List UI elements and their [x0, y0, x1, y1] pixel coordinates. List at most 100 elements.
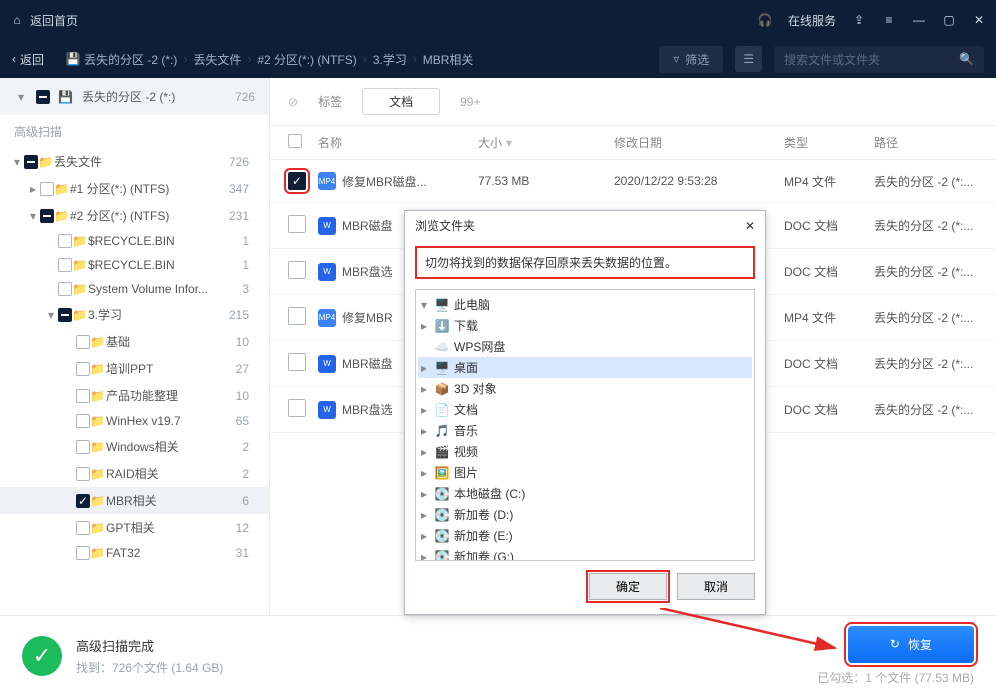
- expand-icon[interactable]: ▸: [418, 550, 430, 562]
- checkbox[interactable]: [58, 234, 72, 248]
- sidebar-header[interactable]: ▾ 💾 丢失的分区 -2 (*:) 726: [0, 78, 269, 115]
- tab-documents[interactable]: 文档: [362, 88, 440, 115]
- row-checkbox[interactable]: [288, 307, 306, 325]
- checkbox[interactable]: [76, 467, 90, 481]
- crumb-0[interactable]: 丢失的分区 -2 (*:): [84, 51, 177, 68]
- sidebar-item[interactable]: 📁 GPT相关12: [0, 514, 269, 541]
- recover-button[interactable]: ↻恢复: [848, 626, 974, 663]
- dialog-tree-item[interactable]: ▸💽新加卷 (E:): [418, 525, 752, 546]
- tag-icon[interactable]: ⊘: [288, 95, 298, 109]
- checkbox[interactable]: [76, 362, 90, 376]
- home-icon[interactable]: ⌂: [10, 13, 24, 27]
- back-button[interactable]: ‹ 返回: [12, 51, 44, 68]
- tab-tags[interactable]: 标签: [318, 93, 342, 110]
- col-date[interactable]: 修改日期: [614, 134, 784, 151]
- col-name[interactable]: 名称: [318, 134, 478, 151]
- crumb-1[interactable]: 丢失文件: [193, 51, 241, 68]
- expand-icon[interactable]: ▸: [418, 361, 430, 375]
- checkbox[interactable]: [76, 521, 90, 535]
- expand-icon[interactable]: ▾: [44, 308, 58, 322]
- sidebar-item[interactable]: 📁 System Volume Infor...3: [0, 277, 269, 301]
- expand-icon[interactable]: ▸: [418, 508, 430, 522]
- dialog-tree-item[interactable]: ▸💽新加卷 (G:): [418, 546, 752, 561]
- checkbox[interactable]: [40, 209, 54, 223]
- ok-button[interactable]: 确定: [589, 573, 667, 600]
- sidebar-item[interactable]: 📁 RAID相关2: [0, 460, 269, 487]
- expand-icon[interactable]: ▾: [10, 155, 24, 169]
- dialog-tree-item[interactable]: ▸🖥️桌面: [418, 357, 752, 378]
- headset-icon[interactable]: 🎧: [758, 13, 772, 27]
- expand-icon[interactable]: ▸: [418, 403, 430, 417]
- menu-icon[interactable]: ≡: [882, 13, 896, 27]
- expand-icon[interactable]: ▸: [418, 319, 430, 333]
- sidebar-item[interactable]: ▾ 📁 丢失文件726: [0, 148, 269, 175]
- tab-more[interactable]: 99+: [460, 95, 480, 109]
- col-path[interactable]: 路径: [874, 134, 978, 151]
- sidebar-item[interactable]: 📁 Windows相关2: [0, 433, 269, 460]
- crumb-2[interactable]: #2 分区(*:) (NTFS): [257, 51, 356, 68]
- checkbox[interactable]: [76, 389, 90, 403]
- expand-icon[interactable]: ▸: [418, 466, 430, 480]
- checkbox[interactable]: [58, 308, 72, 322]
- dialog-tree-item[interactable]: ▸🎬视频: [418, 441, 752, 462]
- checkbox[interactable]: [76, 335, 90, 349]
- sidebar-item[interactable]: 📁 基础10: [0, 328, 269, 355]
- expand-icon[interactable]: ▾: [418, 298, 430, 312]
- col-type[interactable]: 类型: [784, 134, 874, 151]
- chevron-down-icon[interactable]: ▾: [14, 90, 28, 104]
- search-icon[interactable]: 🔍: [959, 52, 974, 66]
- select-all-checkbox[interactable]: [288, 134, 302, 148]
- sidebar-item[interactable]: 📁 FAT3231: [0, 541, 269, 565]
- crumb-4[interactable]: MBR相关: [423, 51, 474, 68]
- expand-icon[interactable]: ▾: [26, 209, 40, 223]
- dialog-tree-item[interactable]: ▸🖼️图片: [418, 462, 752, 483]
- checkbox[interactable]: [24, 155, 38, 169]
- col-size[interactable]: 大小▾: [478, 134, 614, 151]
- share-icon[interactable]: ⇪: [852, 13, 866, 27]
- table-row[interactable]: ✓MP4修复MBR磁盘...77.53 MB2020/12/22 9:53:28…: [270, 160, 996, 203]
- expand-icon[interactable]: ▸: [26, 182, 40, 196]
- breadcrumb[interactable]: 丢失的分区 -2 (*:)› 丢失文件› #2 分区(*:) (NTFS)› 3…: [84, 51, 473, 68]
- dialog-close-icon[interactable]: ✕: [745, 219, 755, 233]
- cancel-button[interactable]: 取消: [677, 573, 755, 600]
- view-toggle[interactable]: ☰: [735, 46, 762, 72]
- dialog-tree-item[interactable]: ▸📄文档: [418, 399, 752, 420]
- crumb-3[interactable]: 3.学习: [373, 51, 407, 68]
- maximize-icon[interactable]: ▢: [942, 13, 956, 27]
- expand-icon[interactable]: ▸: [418, 529, 430, 543]
- checkbox[interactable]: [40, 182, 54, 196]
- checkbox[interactable]: [58, 282, 72, 296]
- dialog-tree[interactable]: ▾🖥️此电脑▸⬇️下载☁️WPS网盘▸🖥️桌面▸📦3D 对象▸📄文档▸🎵音乐▸🎬…: [415, 289, 755, 561]
- row-checkbox[interactable]: [288, 261, 306, 279]
- close-icon[interactable]: ✕: [972, 13, 986, 27]
- expand-icon[interactable]: ▸: [418, 424, 430, 438]
- search-input[interactable]: 搜索文件或文件夹🔍: [774, 46, 984, 73]
- checkbox[interactable]: [76, 440, 90, 454]
- dialog-tree-item[interactable]: ▸💽新加卷 (D:): [418, 504, 752, 525]
- dialog-tree-item[interactable]: ▸💽本地磁盘 (C:): [418, 483, 752, 504]
- dialog-tree-item[interactable]: ▸🎵音乐: [418, 420, 752, 441]
- checkbox[interactable]: ✓: [76, 494, 90, 508]
- row-checkbox[interactable]: [288, 399, 306, 417]
- row-checkbox[interactable]: [288, 215, 306, 233]
- minimize-icon[interactable]: —: [912, 13, 926, 27]
- row-checkbox[interactable]: [288, 353, 306, 371]
- sidebar-item[interactable]: 📁 培训PPT27: [0, 355, 269, 382]
- dialog-tree-item[interactable]: ▾🖥️此电脑: [418, 294, 752, 315]
- sidebar-item[interactable]: 📁 $RECYCLE.BIN1: [0, 229, 269, 253]
- sidebar-item[interactable]: 📁 WinHex v19.765: [0, 409, 269, 433]
- expand-icon[interactable]: ▸: [418, 382, 430, 396]
- sidebar-item[interactable]: 📁 $RECYCLE.BIN1: [0, 253, 269, 277]
- filter-button[interactable]: ▿筛选: [659, 46, 723, 73]
- checkbox[interactable]: [58, 258, 72, 272]
- dialog-tree-item[interactable]: ▸⬇️下载: [418, 315, 752, 336]
- dialog-tree-item[interactable]: ▸📦3D 对象: [418, 378, 752, 399]
- sidebar-item[interactable]: ▸ 📁 #1 分区(*:) (NTFS)347: [0, 175, 269, 202]
- sidebar-item[interactable]: 📁 产品功能整理10: [0, 382, 269, 409]
- sidebar-item[interactable]: ▾ 📁 3.学习215: [0, 301, 269, 328]
- sidebar-item[interactable]: ✓ 📁 MBR相关6: [0, 487, 269, 514]
- dialog-tree-item[interactable]: ☁️WPS网盘: [418, 336, 752, 357]
- sidebar-item[interactable]: ▾ 📁 #2 分区(*:) (NTFS)231: [0, 202, 269, 229]
- expand-icon[interactable]: ▸: [418, 445, 430, 459]
- row-checkbox[interactable]: ✓: [288, 172, 306, 190]
